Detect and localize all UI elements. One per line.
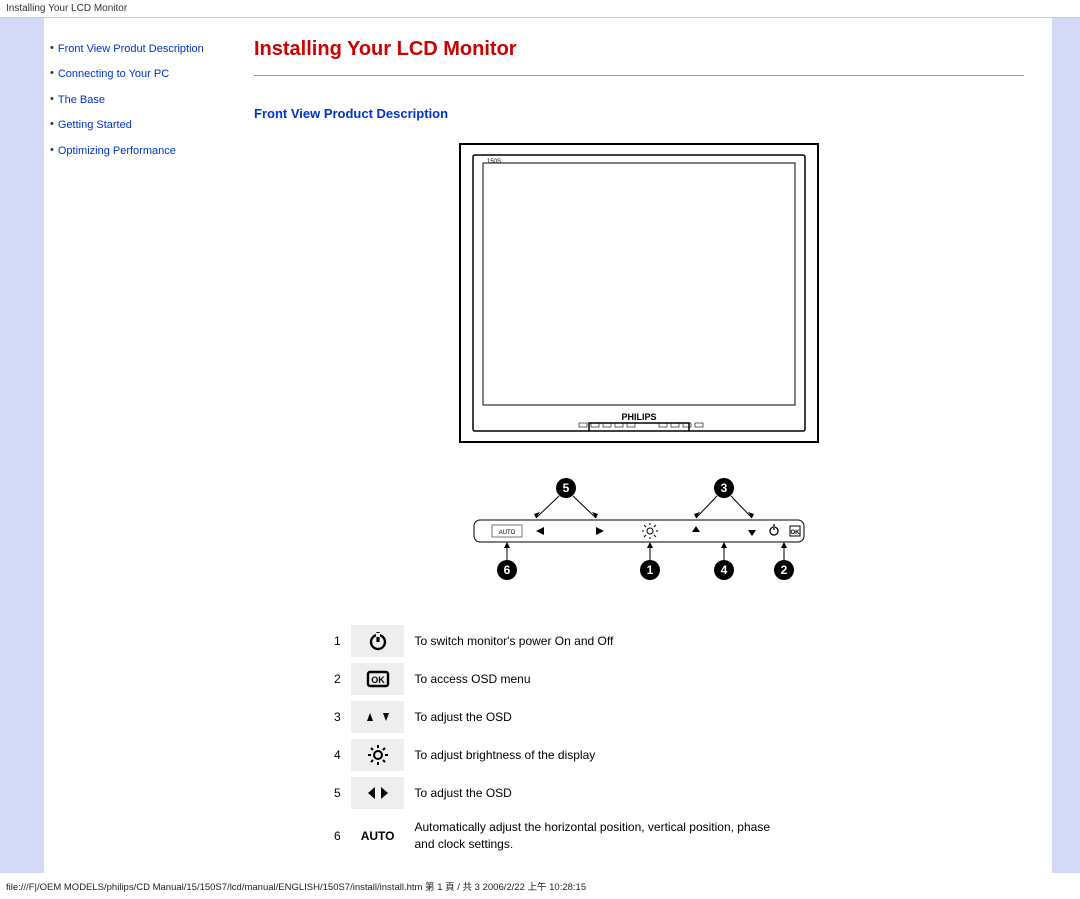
svg-text:150S: 150S bbox=[487, 159, 501, 165]
legend-row: 2 OK To access OSD menu bbox=[324, 663, 784, 695]
legend-num: 2 bbox=[324, 663, 351, 695]
bullet-icon: • bbox=[50, 144, 54, 156]
figure-panel: 5 3 AUTO bbox=[254, 476, 1024, 589]
svg-text:AUTO: AUTO bbox=[499, 530, 516, 536]
sidebar-item-connecting[interactable]: • Connecting to Your PC bbox=[50, 67, 234, 82]
left-right-icon bbox=[351, 777, 405, 809]
sidebar-item-label: The Base bbox=[58, 93, 105, 108]
sidebar-item-optimizing[interactable]: • Optimizing Performance bbox=[50, 144, 234, 159]
legend-row: 6 AUTO Automatically adjust the horizont… bbox=[324, 815, 784, 857]
svg-text:3: 3 bbox=[721, 481, 728, 495]
up-down-icon bbox=[351, 701, 405, 733]
figure-monitor: PHILIPS 150S bbox=[254, 143, 1024, 446]
legend-num: 5 bbox=[324, 777, 351, 809]
bullet-icon: • bbox=[50, 67, 54, 79]
svg-text:OK: OK bbox=[371, 675, 385, 685]
legend-row: 4 To adjust brightness of the display bbox=[324, 739, 784, 771]
bullet-icon: • bbox=[50, 118, 54, 130]
power-icon bbox=[351, 625, 405, 657]
decor-bar-right bbox=[1052, 18, 1080, 873]
sidebar-item-label: Optimizing Performance bbox=[58, 144, 176, 159]
brand-label: PHILIPS bbox=[621, 412, 656, 422]
svg-text:1: 1 bbox=[647, 563, 654, 577]
legend-desc: To adjust the OSD bbox=[404, 777, 784, 809]
sidebar-item-label: Front View Produt Description bbox=[58, 42, 204, 57]
svg-text:OK: OK bbox=[791, 530, 801, 536]
legend-row: 5 To adjust the OSD bbox=[324, 777, 784, 809]
footer-path: file:///F|/OEM MODELS/philips/CD Manual/… bbox=[0, 873, 1080, 899]
legend-row: 1 To switch monitor's power On and Off bbox=[324, 625, 784, 657]
ok-icon: OK bbox=[351, 663, 405, 695]
legend-desc: To adjust the OSD bbox=[404, 701, 784, 733]
button-panel-illustration: 5 3 AUTO bbox=[464, 476, 814, 586]
section-title: Front View Product Description bbox=[254, 106, 1024, 121]
legend-num: 1 bbox=[324, 625, 351, 657]
bullet-icon: • bbox=[50, 93, 54, 105]
monitor-illustration: PHILIPS 150S bbox=[459, 143, 819, 443]
svg-text:4: 4 bbox=[721, 563, 728, 577]
sidebar: • Front View Produt Description • Connec… bbox=[44, 18, 240, 873]
legend-desc: To access OSD menu bbox=[404, 663, 784, 695]
legend-table: 1 To switch monitor's power On and Off 2… bbox=[324, 619, 784, 863]
svg-text:5: 5 bbox=[563, 481, 570, 495]
page-title: Installing Your LCD Monitor bbox=[254, 38, 1024, 61]
legend-num: 3 bbox=[324, 701, 351, 733]
svg-text:6: 6 bbox=[504, 563, 511, 577]
sidebar-item-base[interactable]: • The Base bbox=[50, 93, 234, 108]
legend-row: 3 To adjust the OSD bbox=[324, 701, 784, 733]
sidebar-item-label: Getting Started bbox=[58, 118, 132, 133]
auto-label: AUTO bbox=[361, 829, 395, 843]
legend-num: 6 bbox=[324, 815, 351, 857]
legend-desc: To adjust brightness of the display bbox=[404, 739, 784, 771]
brightness-icon bbox=[351, 739, 405, 771]
bullet-icon: • bbox=[50, 42, 54, 54]
sidebar-item-front-view[interactable]: • Front View Produt Description bbox=[50, 42, 234, 57]
svg-text:2: 2 bbox=[781, 563, 788, 577]
decor-bar-left bbox=[0, 18, 44, 873]
sidebar-item-label: Connecting to Your PC bbox=[58, 67, 169, 82]
legend-num: 4 bbox=[324, 739, 351, 771]
page-body: • Front View Produt Description • Connec… bbox=[0, 17, 1080, 873]
divider bbox=[254, 75, 1024, 76]
legend-desc: Automatically adjust the horizontal posi… bbox=[404, 815, 784, 857]
legend-desc: To switch monitor's power On and Off bbox=[404, 625, 784, 657]
sidebar-item-getting-started[interactable]: • Getting Started bbox=[50, 118, 234, 133]
main-content: Installing Your LCD Monitor Front View P… bbox=[240, 18, 1052, 873]
window-title: Installing Your LCD Monitor bbox=[0, 0, 1080, 17]
